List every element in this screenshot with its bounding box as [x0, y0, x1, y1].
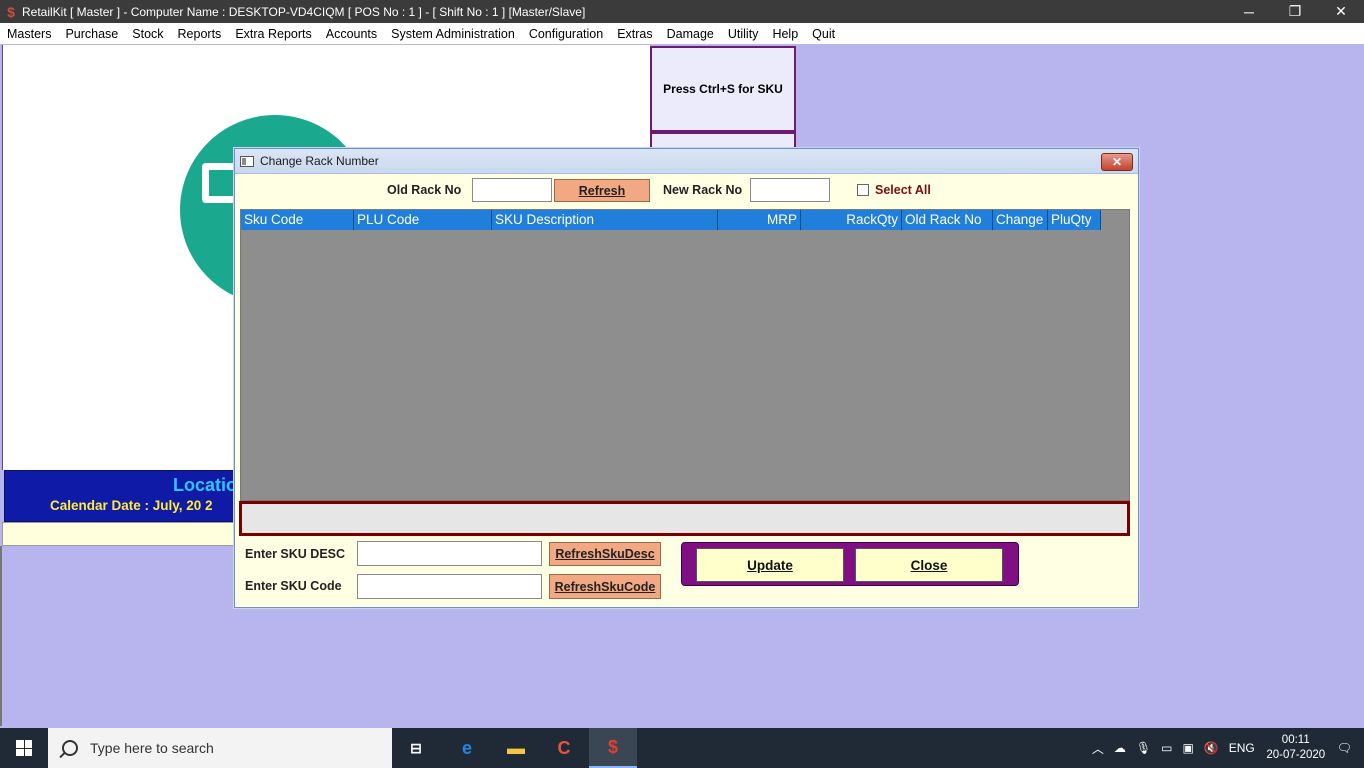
col-sku-description[interactable]: SKU Description [492, 210, 718, 230]
menu-help[interactable]: Help [765, 27, 805, 41]
network-icon[interactable]: ▣ [1182, 741, 1193, 755]
col-plu-code[interactable]: PLU Code [354, 210, 492, 230]
menu-extras[interactable]: Extras [610, 27, 659, 41]
menu-accounts[interactable]: Accounts [319, 27, 384, 41]
menu-quit[interactable]: Quit [805, 27, 842, 41]
clock[interactable]: 00:11 20-07-2020 [1260, 733, 1332, 763]
old-rack-input[interactable] [472, 178, 552, 202]
left-divider [0, 546, 2, 726]
change-rack-dialog: Change Rack Number ✕ Old Rack No Refresh… [234, 148, 1139, 608]
menu-masters[interactable]: Masters [0, 27, 58, 41]
window-close-button[interactable]: ✕ [1318, 0, 1364, 23]
dialog-close-button[interactable]: ✕ [1101, 153, 1133, 171]
new-rack-label: New Rack No [663, 183, 743, 197]
col-old-rack-no[interactable]: Old Rack No [902, 210, 993, 230]
window-icon [240, 155, 254, 167]
sku-hint-panel[interactable]: Press Ctrl+S for SKU [650, 46, 796, 132]
restore-button[interactable]: ❐ [1272, 0, 1318, 23]
menu-extra-reports[interactable]: Extra Reports [228, 27, 318, 41]
sku-grid[interactable]: Sku Code PLU Code SKU Description MRP Ra… [240, 209, 1130, 501]
search-placeholder: Type here to search [90, 740, 214, 756]
edge-icon[interactable]: e [443, 728, 491, 768]
menu-system-administration[interactable]: System Administration [384, 27, 522, 41]
menu-configuration[interactable]: Configuration [522, 27, 610, 41]
col-change[interactable]: Change [993, 210, 1048, 230]
start-button[interactable] [0, 728, 48, 768]
menu-damage[interactable]: Damage [660, 27, 721, 41]
status-bar [239, 501, 1130, 536]
ccleaner-icon[interactable]: C [540, 728, 588, 768]
system-tray: ︿ ☁ 🎙 ▭ ▣ 🔇 ENG 00:11 20-07-2020 🗨 [1087, 728, 1364, 768]
retailkit-taskbar-icon[interactable]: $ [589, 728, 637, 768]
menu-purchase[interactable]: Purchase [58, 27, 125, 41]
location-bar: Locatio Calendar Date : July, 20 2 [4, 470, 238, 522]
refresh-sku-desc-button[interactable]: RefreshSkuDesc [549, 542, 661, 566]
windows-icon [16, 740, 32, 756]
minimize-button[interactable]: ─ [1226, 0, 1272, 23]
grid-header-row: Sku Code PLU Code SKU Description MRP Ra… [241, 210, 1101, 230]
refresh-button[interactable]: Refresh [554, 179, 650, 202]
close-button[interactable]: Close [855, 548, 1003, 582]
old-rack-label: Old Rack No [387, 183, 462, 197]
volume-muted-icon[interactable]: 🔇 [1204, 741, 1219, 755]
notification-icon[interactable]: 🗨 [1337, 741, 1352, 755]
language-indicator[interactable]: ENG [1229, 741, 1255, 755]
sku-code-label: Enter SKU Code [245, 579, 342, 593]
menu-utility[interactable]: Utility [721, 27, 766, 41]
col-sku-code[interactable]: Sku Code [241, 210, 354, 230]
task-view-icon[interactable]: ⊟ [392, 728, 440, 768]
menu-reports[interactable]: Reports [171, 27, 229, 41]
select-all-checkbox[interactable] [857, 184, 869, 196]
app-dollar-icon: $ [7, 3, 15, 20]
select-all-label[interactable]: Select All [875, 183, 931, 197]
chevron-up-icon[interactable]: ︿ [1092, 740, 1104, 757]
clock-time: 00:11 [1281, 734, 1310, 746]
action-panel: Update Close [681, 542, 1019, 586]
window-controls: ─ ❐ ✕ [1226, 0, 1364, 23]
file-explorer-icon[interactable]: ▬ [492, 728, 540, 768]
col-rack-qty[interactable]: RackQty [801, 210, 902, 230]
menu-stock[interactable]: Stock [125, 27, 170, 41]
refresh-sku-code-button[interactable]: RefreshSkuCode [549, 574, 661, 599]
dialog-title: Change Rack Number [260, 154, 379, 168]
sku-desc-label: Enter SKU DESC [245, 547, 346, 561]
sku-code-input[interactable] [357, 574, 542, 599]
clock-date: 20-07-2020 [1266, 749, 1326, 761]
cart-icon [202, 163, 236, 203]
battery-icon[interactable]: ▭ [1161, 741, 1172, 755]
title-bar: $ RetailKit [ Master ] - Computer Name :… [0, 0, 1364, 23]
microphone-icon[interactable]: 🎙 [1136, 741, 1151, 755]
new-rack-input[interactable] [750, 178, 830, 202]
onedrive-icon[interactable]: ☁ [1114, 741, 1126, 755]
location-label: Locatio [173, 475, 238, 495]
taskbar-search[interactable]: Type here to search [48, 728, 392, 768]
menu-bar: Masters Purchase Stock Reports Extra Rep… [0, 23, 1364, 44]
calendar-date-label: Calendar Date : July, 20 2 [50, 498, 213, 513]
sku-desc-input[interactable] [357, 541, 542, 566]
col-plu-qty[interactable]: PluQty [1048, 210, 1101, 230]
search-icon [62, 740, 78, 756]
taskbar: Type here to search ⊟ e ▬ C $ ︿ ☁ 🎙 ▭ ▣ … [0, 728, 1364, 768]
update-button[interactable]: Update [696, 548, 844, 582]
col-mrp[interactable]: MRP [718, 210, 801, 230]
info-strip [2, 522, 236, 546]
window-title: RetailKit [ Master ] - Computer Name : D… [22, 4, 586, 19]
dialog-title-bar[interactable]: Change Rack Number ✕ [235, 149, 1138, 174]
